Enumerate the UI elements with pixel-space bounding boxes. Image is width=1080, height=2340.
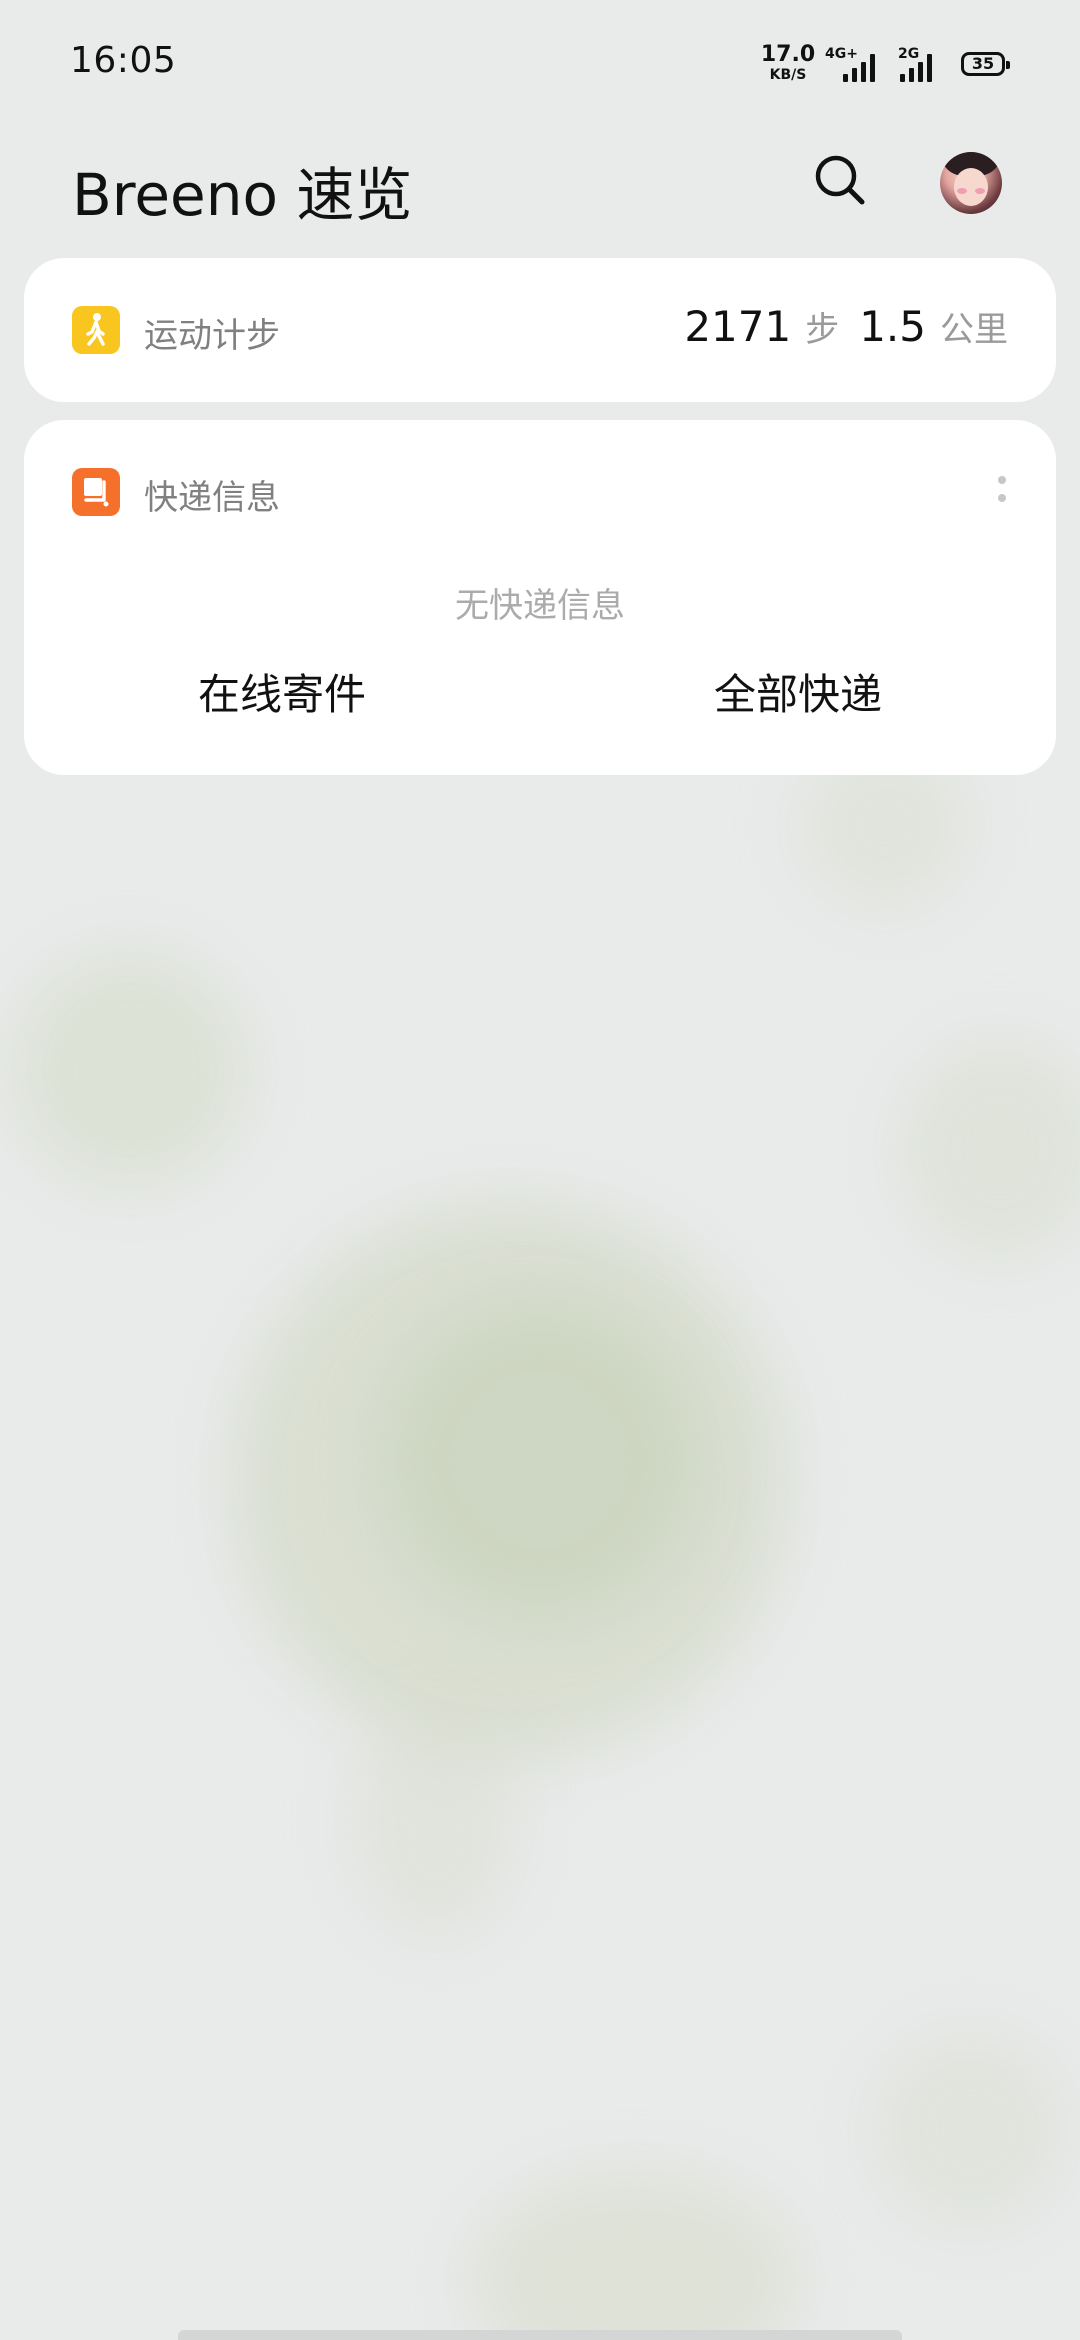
battery-level: 35 (971, 54, 995, 73)
more-options-button[interactable] (992, 474, 1012, 514)
step-values: 2171 步 1.5 公里 (684, 302, 1008, 351)
page-title: Breeno 速览 (72, 161, 413, 229)
package-icon (72, 468, 120, 516)
home-indicator[interactable] (178, 2330, 902, 2340)
walking-icon (72, 306, 120, 354)
step-card-label: 运动计步 (144, 316, 280, 356)
distance-value: 1.5 (859, 302, 926, 351)
status-bar: 16:05 17.0 KB/S 4G+ 2G 35 (0, 0, 1080, 130)
signal-4g-icon: 4G+ (825, 46, 881, 82)
search-icon (815, 155, 865, 205)
all-express-button[interactable]: 全部快递 (540, 660, 1056, 730)
express-card: 快递信息 无快递信息 在线寄件 全部快递 (24, 420, 1056, 775)
step-counter-card[interactable]: 运动计步 2171 步 1.5 公里 (24, 258, 1056, 402)
signal-2g-icon: 2G (898, 46, 948, 82)
more-vertical-icon (998, 476, 1006, 484)
network-speed-value: 17.0 (760, 42, 816, 67)
step-count: 2171 (684, 302, 792, 351)
empty-state-text: 无快递信息 (455, 586, 625, 626)
status-time: 16:05 (70, 40, 177, 81)
network-speed-unit: KB/S (769, 67, 807, 83)
step-unit: 步 (805, 310, 840, 350)
avatar[interactable] (940, 152, 1002, 214)
distance-unit: 公里 (940, 310, 1008, 350)
search-button[interactable] (810, 150, 870, 210)
express-card-label: 快递信息 (144, 478, 280, 518)
battery-icon: 35 (961, 52, 1010, 76)
network-speed: 17.0 KB/S (758, 42, 818, 83)
online-send-button[interactable]: 在线寄件 (24, 660, 540, 730)
header: Breeno 速览 (0, 140, 1080, 250)
